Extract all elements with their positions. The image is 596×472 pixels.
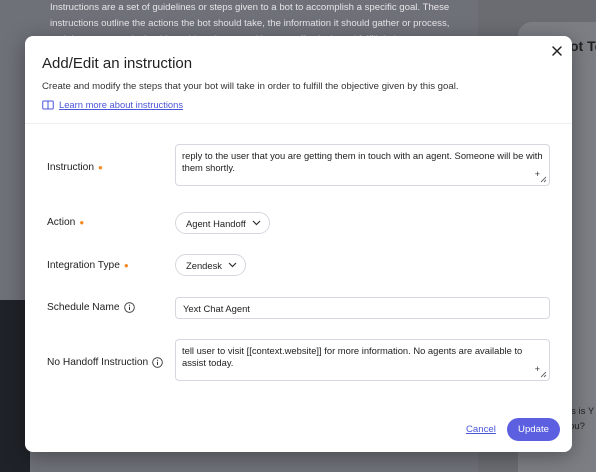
required-indicator: ● (79, 218, 85, 227)
action-selected-value: Agent Handoff (186, 217, 246, 229)
instruction-label: Instruction ● (47, 162, 103, 173)
instruction-modal: Add/Edit an instruction Create and modif… (25, 36, 572, 452)
no-handoff-textarea[interactable]: tell user to visit [[context.website]] f… (175, 339, 550, 381)
background-chat-line: is is Y (569, 406, 595, 417)
integration-type-dropdown[interactable]: Zendesk (175, 254, 246, 276)
chevron-down-icon (228, 262, 237, 268)
background-line: Instructions are a set of guidelines or … (50, 2, 450, 13)
action-label: Action ● (47, 217, 84, 228)
background-chat-line: ou? (569, 421, 585, 432)
resize-grip-icon[interactable] (540, 371, 547, 378)
schedule-name-label: Schedule Name (47, 302, 135, 313)
integration-selected-value: Zendesk (186, 259, 222, 271)
background-line: instructions outline the actions the bot… (50, 18, 450, 29)
no-handoff-value: tell user to visit [[context.website]] f… (182, 345, 523, 368)
update-button[interactable]: Update (507, 418, 560, 441)
chevron-down-icon (252, 220, 261, 226)
learn-more-link[interactable]: Learn more about instructions (42, 99, 183, 110)
required-indicator: ● (123, 261, 129, 270)
modal-description: Create and modify the steps that your bo… (42, 81, 459, 92)
background-chat-text: is is Y ou? (569, 404, 594, 434)
action-label-text: Action (47, 217, 76, 228)
modal-title: Add/Edit an instruction (42, 55, 193, 72)
integration-type-label-text: Integration Type (47, 260, 120, 271)
instruction-label-text: Instruction (47, 162, 94, 173)
action-dropdown[interactable]: Agent Handoff (175, 212, 270, 234)
cancel-button[interactable]: Cancel (466, 424, 496, 435)
instruction-textarea[interactable]: reply to the user that you are getting t… (175, 144, 550, 186)
resize-grip-icon[interactable] (540, 176, 547, 183)
info-icon[interactable] (123, 302, 135, 313)
instruction-value: reply to the user that you are getting t… (182, 150, 543, 173)
close-icon (552, 46, 562, 56)
schedule-name-input[interactable]: Yext Chat Agent (175, 297, 550, 319)
no-handoff-label-text: No Handoff Instruction (47, 357, 149, 368)
required-indicator: ● (98, 163, 103, 172)
close-button[interactable] (550, 44, 564, 58)
info-icon[interactable] (152, 357, 163, 368)
header-divider (25, 123, 572, 124)
integration-type-label: Integration Type ● (47, 260, 129, 271)
schedule-name-label-text: Schedule Name (47, 302, 120, 313)
learn-more-label: Learn more about instructions (59, 99, 184, 110)
background-chat-title: ot Te (570, 38, 596, 54)
schedule-name-value: Yext Chat Agent (183, 302, 250, 314)
book-icon (42, 100, 54, 109)
no-handoff-label: No Handoff Instruction (47, 357, 163, 368)
